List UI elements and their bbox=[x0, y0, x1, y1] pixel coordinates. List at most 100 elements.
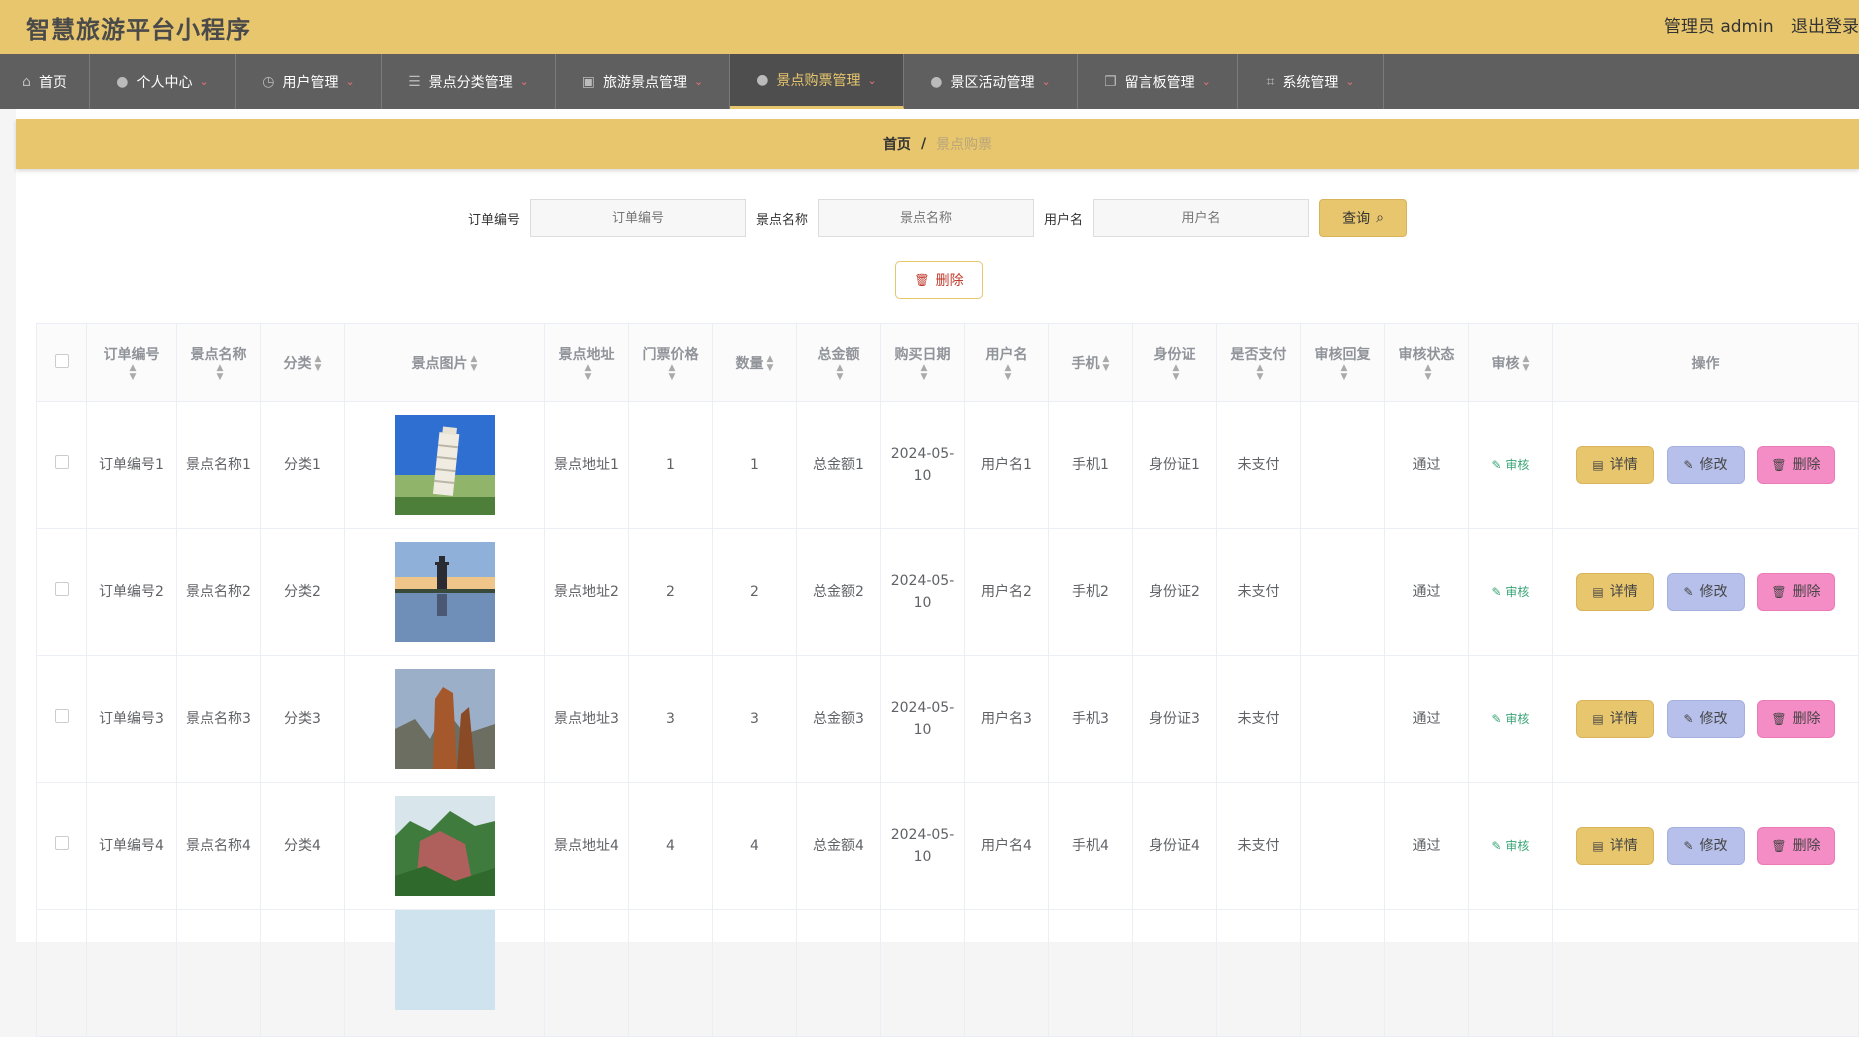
header-label: 身份证 bbox=[1153, 346, 1196, 363]
detail-button[interactable]: ▤ 详情 bbox=[1576, 446, 1655, 484]
header-label: 审核状态 bbox=[1398, 346, 1455, 363]
chevron-down-icon: ⌄ bbox=[1041, 75, 1051, 88]
name-cell bbox=[176, 909, 261, 1037]
audit-label: 审核 bbox=[1505, 712, 1530, 726]
breadcrumb-home[interactable]: 首页 bbox=[883, 134, 911, 154]
header-cell[interactable]: 分类 ▲ ▼ bbox=[260, 323, 345, 402]
header-cell[interactable]: 景点名称 ▲ ▼ bbox=[176, 323, 261, 402]
delete-label: 删除 bbox=[1792, 457, 1821, 473]
row-checkbox[interactable] bbox=[54, 582, 69, 596]
edit-button[interactable]: ✎ 修改 bbox=[1666, 446, 1745, 484]
header-cell[interactable]: 景点图片 ▲ ▼ bbox=[344, 323, 545, 402]
sort-icon: ▲ ▼ bbox=[216, 362, 224, 382]
edit-button[interactable]: ✎ 修改 bbox=[1666, 573, 1745, 611]
actions-cell: ▤ 详情 ✎ 修改 🗑 删除 bbox=[1552, 655, 1859, 783]
delete-button[interactable]: 🗑 删除 bbox=[1756, 827, 1835, 865]
edit-button[interactable]: ✎ 修改 bbox=[1666, 827, 1745, 865]
delete-button[interactable]: 🗑 删除 bbox=[1756, 700, 1835, 738]
header-label: 景点名称 bbox=[190, 346, 247, 363]
nav-item-tickets[interactable]: ● 景点购票管理 ⌄ bbox=[730, 54, 904, 109]
delete-button[interactable]: 🗑 删除 bbox=[1756, 446, 1835, 484]
nav-item-category[interactable]: ☰ 景点分类管理 ⌄ bbox=[382, 54, 556, 109]
copy-icon: ❐ bbox=[1104, 73, 1117, 90]
audit-link[interactable]: ✎ 审核 bbox=[1492, 458, 1530, 472]
header-cell[interactable]: 审核状态 ▲ ▼ bbox=[1384, 323, 1469, 402]
edit-button[interactable]: ✎ 修改 bbox=[1666, 700, 1745, 738]
id-card-cell: 身份证1 bbox=[1132, 401, 1217, 529]
phone-cell: 手机2 bbox=[1048, 528, 1133, 656]
audit-link[interactable]: ✎ 审核 bbox=[1492, 712, 1530, 726]
qty-cell: 4 bbox=[712, 782, 797, 910]
sort-icon: ▲ ▼ bbox=[1522, 353, 1530, 373]
chevron-down-icon: ⌄ bbox=[199, 75, 209, 88]
status-cell bbox=[1384, 909, 1469, 1037]
detail-label: 详情 bbox=[1609, 584, 1638, 600]
audit-link[interactable]: ✎ 审核 bbox=[1492, 585, 1530, 599]
header-cell[interactable]: 审核 ▲ ▼ bbox=[1468, 323, 1553, 402]
reply-cell bbox=[1300, 782, 1385, 910]
nav-item-messages[interactable]: ❐ 留言板管理 ⌄ bbox=[1078, 54, 1238, 109]
date-cell bbox=[880, 909, 965, 1037]
header-label: 是否支付 bbox=[1230, 346, 1287, 363]
select-all-checkbox[interactable] bbox=[54, 353, 69, 368]
reply-cell bbox=[1300, 655, 1385, 783]
detail-button[interactable]: ▤ 详情 bbox=[1576, 827, 1655, 865]
row-checkbox[interactable] bbox=[54, 836, 69, 850]
document-icon: ▤ bbox=[1592, 712, 1604, 726]
edit-label: 修改 bbox=[1699, 584, 1728, 600]
nav-item-activities[interactable]: ● 景区活动管理 ⌄ bbox=[904, 54, 1078, 109]
admin-label: 管理员 admin bbox=[1663, 17, 1774, 37]
delete-button[interactable]: 🗑 删除 bbox=[1756, 573, 1835, 611]
address-cell: 景点地址3 bbox=[544, 655, 629, 783]
row-checkbox[interactable] bbox=[54, 709, 69, 723]
header-cell[interactable]: 订单编号 ▲ ▼ bbox=[86, 323, 177, 402]
header-cell[interactable]: 购买日期 ▲ ▼ bbox=[880, 323, 965, 402]
name-cell: 景点名称2 bbox=[176, 528, 261, 656]
audit-link[interactable]: ✎ 审核 bbox=[1492, 839, 1530, 853]
nav-item-system[interactable]: ⌗ 系统管理 ⌄ bbox=[1238, 54, 1384, 109]
id-card-cell bbox=[1132, 909, 1217, 1037]
status-cell: 通过 bbox=[1384, 401, 1469, 529]
order-no-input[interactable] bbox=[529, 199, 746, 237]
nav-item-users[interactable]: ◷ 用户管理 ⌄ bbox=[236, 54, 382, 109]
delete-label: 删除 bbox=[1792, 584, 1821, 600]
image-cell bbox=[344, 655, 545, 783]
scenic-name-input[interactable] bbox=[818, 199, 1034, 237]
query-button[interactable]: 查询 ⌕ bbox=[1319, 199, 1408, 237]
price-cell: 1 bbox=[628, 401, 713, 529]
header-cell[interactable]: 用户名 ▲ ▼ bbox=[964, 323, 1049, 402]
audit-cell bbox=[1468, 909, 1553, 1037]
date-cell: 2024-05-10 bbox=[880, 655, 965, 783]
qty-cell: 3 bbox=[712, 655, 797, 783]
header-cell[interactable]: 门票价格 ▲ ▼ bbox=[628, 323, 713, 402]
header-cell[interactable]: 总金额 ▲ ▼ bbox=[796, 323, 881, 402]
category-cell: 分类2 bbox=[260, 528, 345, 656]
detail-button[interactable]: ▤ 详情 bbox=[1576, 573, 1655, 611]
top-header: 智慧旅游平台小程序 管理员 admin 退出登录 bbox=[0, 0, 1859, 54]
row-checkbox[interactable] bbox=[54, 455, 69, 469]
qty-cell: 2 bbox=[712, 528, 797, 656]
trash-icon: 🗑 bbox=[1771, 839, 1787, 853]
logout-link[interactable]: 退出登录 bbox=[1791, 17, 1859, 37]
id-card-cell: 身份证4 bbox=[1132, 782, 1217, 910]
nav-item-scenic[interactable]: ▣ 旅游景点管理 ⌄ bbox=[556, 54, 730, 109]
username-input[interactable] bbox=[1093, 199, 1310, 237]
username-label: 用户名 bbox=[1044, 212, 1084, 228]
header-label: 门票价格 bbox=[642, 346, 699, 363]
image-cell bbox=[344, 909, 545, 1037]
batch-delete-button[interactable]: 🗑 删除 bbox=[895, 261, 983, 299]
phone-cell: 手机4 bbox=[1048, 782, 1133, 910]
header-cell[interactable]: 是否支付 ▲ ▼ bbox=[1216, 323, 1301, 402]
actions-cell: ▤ 详情 ✎ 修改 🗑 删除 bbox=[1552, 401, 1859, 529]
nav-item-profile[interactable]: ● 个人中心 ⌄ bbox=[90, 54, 236, 109]
header-cell[interactable]: 数量 ▲ ▼ bbox=[712, 323, 797, 402]
header-cell[interactable]: 审核回复 ▲ ▼ bbox=[1300, 323, 1385, 402]
header-cell[interactable]: 身份证 ▲ ▼ bbox=[1132, 323, 1217, 402]
header-cell[interactable]: 景点地址 ▲ ▼ bbox=[544, 323, 629, 402]
nav-item-home[interactable]: ⌂ 首页 bbox=[0, 54, 90, 109]
row-select-cell bbox=[36, 528, 87, 656]
header-cell[interactable]: 手机 ▲ ▼ bbox=[1048, 323, 1133, 402]
detail-button[interactable]: ▤ 详情 bbox=[1576, 700, 1655, 738]
crop-icon: ⌗ bbox=[1266, 73, 1275, 90]
price-cell: 2 bbox=[628, 528, 713, 656]
